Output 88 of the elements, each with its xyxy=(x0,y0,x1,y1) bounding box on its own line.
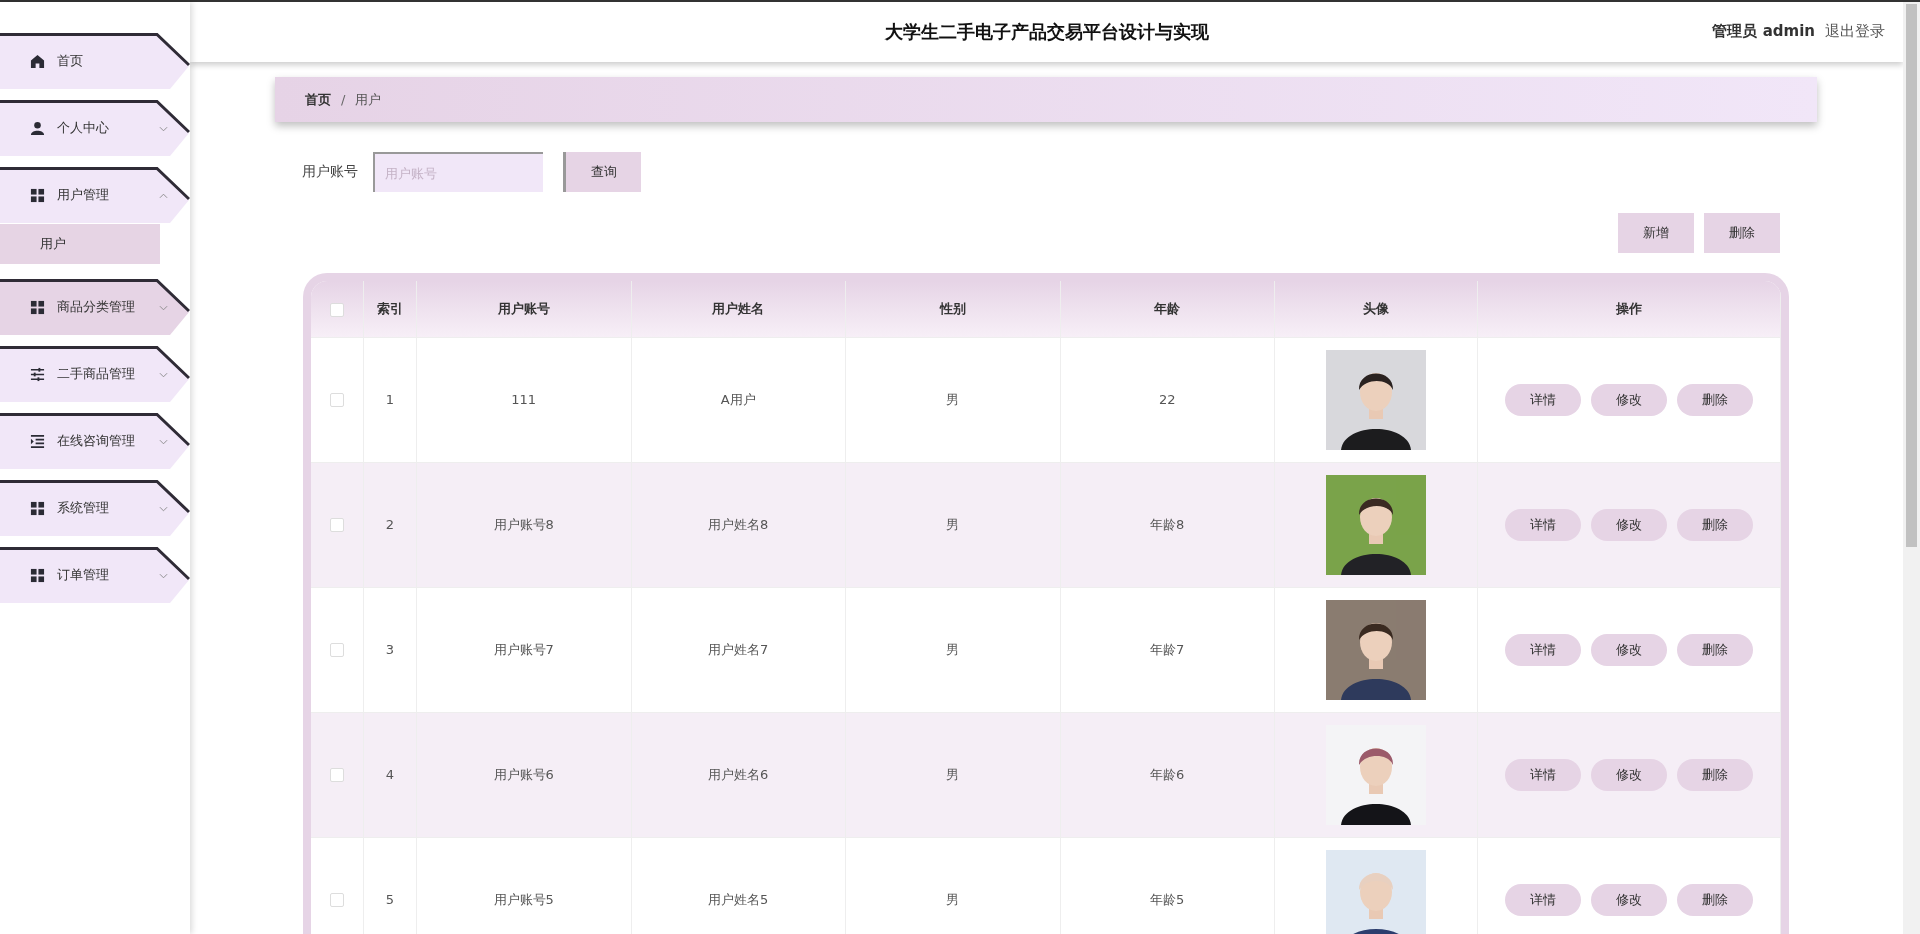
table-cell: 用户账号6 xyxy=(493,766,554,782)
home-icon xyxy=(30,53,45,69)
table-cell: 用户账号8 xyxy=(493,516,554,532)
separator: / xyxy=(341,92,346,107)
search-button[interactable]: 查询 xyxy=(563,152,641,192)
edit-button[interactable]: 修改 xyxy=(1591,633,1667,666)
grid-icon xyxy=(30,299,45,315)
table-cell: 男 xyxy=(946,891,960,907)
menu-item[interactable]: 个人中心 xyxy=(0,100,190,156)
table-cell: 年龄8 xyxy=(1150,516,1185,532)
checkbox[interactable] xyxy=(330,393,344,408)
details-button[interactable]: 详情 xyxy=(1505,383,1581,416)
checkbox[interactable] xyxy=(330,302,344,317)
column-header: 性别 xyxy=(939,300,966,316)
table-cell: 3 xyxy=(385,641,395,657)
checkbox[interactable] xyxy=(330,643,344,658)
edit-button[interactable]: 修改 xyxy=(1591,883,1667,916)
checkbox[interactable] xyxy=(330,893,344,908)
delete-button[interactable]: 删除 xyxy=(1677,633,1753,666)
details-button[interactable]: 详情 xyxy=(1505,883,1581,916)
caret-icon xyxy=(159,372,168,378)
table-cell: 用户账号5 xyxy=(493,891,554,907)
table-cell: 男 xyxy=(946,516,960,532)
column-header: 操作 xyxy=(1616,300,1642,316)
details-button[interactable]: 详情 xyxy=(1505,508,1581,541)
column-header: 用户姓名 xyxy=(712,300,765,316)
logout-link[interactable]: 退出登录 xyxy=(1825,22,1885,41)
table-cell: 年龄5 xyxy=(1150,891,1185,907)
scrollbar-thumb[interactable] xyxy=(1906,4,1917,547)
menu-item[interactable]: 商品分类管理 xyxy=(0,279,190,335)
table-cell: 男 xyxy=(946,641,960,657)
add-button[interactable]: 新增 xyxy=(1618,213,1694,253)
breadcrumb-link[interactable]: 首页 xyxy=(305,90,331,109)
details-button[interactable]: 详情 xyxy=(1505,758,1581,791)
caret-icon xyxy=(159,439,168,445)
edit-button[interactable]: 修改 xyxy=(1591,383,1667,416)
search-label: 用户账号 xyxy=(302,163,358,181)
table-cell: 4 xyxy=(385,766,395,782)
caret-icon xyxy=(159,126,168,132)
edit-button[interactable]: 修改 xyxy=(1591,508,1667,541)
delete-button[interactable]: 删除 xyxy=(1677,758,1753,791)
page-title: 大学生二手电子产品交易平台设计与实现 xyxy=(884,20,1209,44)
grid-icon xyxy=(30,187,45,203)
delete-button[interactable]: 删除 xyxy=(1677,508,1753,541)
list-icon xyxy=(30,433,45,449)
sliders-icon xyxy=(30,366,45,382)
scrollbar[interactable] xyxy=(1903,2,1920,934)
delete-button[interactable]: 删除 xyxy=(1677,383,1753,416)
table-cell: 22 xyxy=(1158,391,1176,407)
delete-button[interactable]: 删除 xyxy=(1704,213,1780,253)
menu-item[interactable]: 在线咨询管理 xyxy=(0,413,190,469)
table-cell: 年龄7 xyxy=(1150,641,1185,657)
menu-item[interactable]: 二手商品管理 xyxy=(0,346,190,402)
details-button[interactable]: 详情 xyxy=(1505,633,1581,666)
checkbox[interactable] xyxy=(330,768,344,783)
grid-icon xyxy=(30,500,45,516)
table-cell: A用户 xyxy=(720,391,756,407)
column-header: 用户账号 xyxy=(497,300,550,316)
delete-button[interactable]: 删除 xyxy=(1677,883,1753,916)
table-cell: 1 xyxy=(385,391,395,407)
table-cell: 男 xyxy=(946,391,960,407)
menu-item[interactable]: 首页 xyxy=(0,33,190,89)
menu-item[interactable]: 订单管理 xyxy=(0,547,190,603)
menu-item[interactable]: 用户管理 xyxy=(0,167,190,223)
table-cell: 用户姓名7 xyxy=(708,641,769,657)
caret-icon xyxy=(159,305,168,311)
table-cell: 用户姓名8 xyxy=(708,516,769,532)
caret-icon xyxy=(159,573,168,579)
person-icon xyxy=(30,120,45,136)
column-header: 年龄 xyxy=(1154,300,1181,316)
checkbox[interactable] xyxy=(330,518,344,533)
table-cell: 5 xyxy=(385,891,395,907)
submenu-item[interactable]: 用户 xyxy=(0,224,160,264)
table-cell: 年龄6 xyxy=(1150,766,1185,782)
caret-icon xyxy=(159,193,168,199)
grid-icon xyxy=(30,567,45,583)
edit-button[interactable]: 修改 xyxy=(1591,758,1667,791)
user-label: 管理员 admin xyxy=(1712,22,1815,41)
column-header: 索引 xyxy=(377,300,403,316)
column-header: 头像 xyxy=(1363,300,1389,316)
table-cell: 用户姓名5 xyxy=(708,891,769,907)
menu-item[interactable]: 系统管理 xyxy=(0,480,190,536)
table-cell: 男 xyxy=(946,766,960,782)
table-cell: 111 xyxy=(511,391,537,407)
table-cell: 2 xyxy=(385,516,395,532)
table-cell: 用户姓名6 xyxy=(708,766,769,782)
caret-icon xyxy=(159,506,168,512)
table-cell: 用户账号7 xyxy=(493,641,554,657)
